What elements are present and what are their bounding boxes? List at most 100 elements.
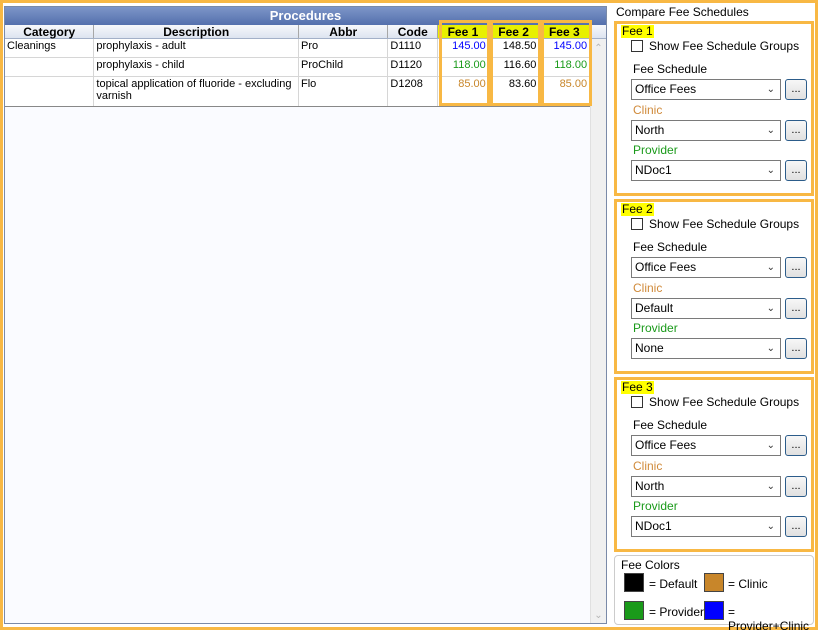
- swatch-default: [624, 573, 644, 592]
- fee-schedule-label: Fee Schedule: [633, 62, 708, 76]
- legend-clinic: = Clinic: [728, 577, 768, 591]
- cell-fee3[interactable]: 85.00: [539, 77, 591, 106]
- chevron-down-icon: ⌄: [766, 481, 775, 492]
- compare-title: Compare Fee Schedules: [616, 5, 749, 19]
- col-category[interactable]: Category: [5, 25, 95, 39]
- header-spacer: [590, 25, 606, 38]
- provider-select[interactable]: None ⌄: [631, 338, 781, 359]
- chevron-down-icon: ⌄: [766, 125, 775, 136]
- cell-description[interactable]: prophylaxis - adult: [94, 39, 299, 57]
- clinic-label: Clinic: [633, 103, 663, 117]
- fee-schedule-picker-button[interactable]: ...: [785, 257, 807, 278]
- cell-description[interactable]: topical application of fluoride - exclud…: [94, 77, 299, 106]
- table-row[interactable]: Cleanings prophylaxis - adult Pro D1110 145.…: [5, 39, 606, 58]
- provider-select[interactable]: NDoc1 ⌄: [631, 160, 781, 181]
- col-description[interactable]: Description: [94, 25, 300, 39]
- provider-value: NDoc1: [635, 519, 672, 533]
- provider-value: NDoc1: [635, 163, 672, 177]
- procedures-grid: Procedures Category Description Abbr Cod…: [4, 6, 607, 624]
- chevron-down-icon: ⌄: [766, 440, 775, 451]
- cell-abbr[interactable]: Pro: [299, 39, 389, 57]
- fee-group-label: Fee 2: [621, 202, 654, 216]
- chevron-down-icon: ⌄: [766, 521, 775, 532]
- provider-picker-button[interactable]: ...: [785, 338, 807, 359]
- col-fee3[interactable]: Fee 3: [539, 25, 591, 39]
- cell-fee1[interactable]: 145.00: [438, 39, 489, 57]
- fee-schedule-value: Office Fees: [635, 438, 697, 452]
- cell-category[interactable]: [5, 58, 95, 76]
- fee-schedule-select[interactable]: Office Fees ⌄: [631, 435, 781, 456]
- fee-schedule-value: Office Fees: [635, 260, 697, 274]
- show-groups-label: Show Fee Schedule Groups: [649, 217, 800, 231]
- show-groups-label: Show Fee Schedule Groups: [649, 395, 800, 409]
- chevron-down-icon: ⌄: [766, 343, 775, 354]
- provider-picker-button[interactable]: ...: [785, 516, 807, 537]
- cell-abbr[interactable]: ProChild: [299, 58, 389, 76]
- provider-value: None: [635, 341, 664, 355]
- clinic-label: Clinic: [633, 281, 663, 295]
- provider-label: Provider: [633, 499, 678, 513]
- cell-fee1[interactable]: 118.00: [438, 58, 489, 76]
- clinic-select[interactable]: Default ⌄: [631, 298, 781, 319]
- clinic-select[interactable]: North ⌄: [631, 120, 781, 141]
- cell-category[interactable]: [5, 77, 95, 106]
- clinic-picker-button[interactable]: ...: [785, 476, 807, 497]
- fee1-group: Fee 1 Show Fee Schedule Groups Fee Sched…: [614, 21, 814, 196]
- provider-select[interactable]: NDoc1 ⌄: [631, 516, 781, 537]
- grid-header: Category Description Abbr Code Fee 1 Fee…: [5, 25, 606, 39]
- swatch-provider: [624, 601, 644, 620]
- show-groups-checkbox[interactable]: Show Fee Schedule Groups: [631, 39, 799, 53]
- col-fee2[interactable]: Fee 2: [488, 25, 540, 39]
- cell-code[interactable]: D1208: [388, 77, 439, 106]
- cell-category[interactable]: Cleanings: [5, 39, 95, 57]
- cell-fee2[interactable]: 83.60: [489, 77, 540, 106]
- fee-schedule-select[interactable]: Office Fees ⌄: [631, 257, 781, 278]
- checkbox-box[interactable]: [631, 40, 643, 52]
- fee-group-label: Fee 1: [621, 24, 654, 38]
- vertical-scrollbar[interactable]: ⌃ ⌄: [590, 39, 606, 623]
- clinic-picker-button[interactable]: ...: [785, 120, 807, 141]
- cell-fee2[interactable]: 148.50: [489, 39, 540, 57]
- cell-fee2[interactable]: 116.60: [489, 58, 540, 76]
- fee-colors-legend: Fee Colors = Default = Clinic = Provider…: [614, 555, 814, 630]
- show-groups-checkbox[interactable]: Show Fee Schedule Groups: [631, 395, 799, 409]
- grid-title: Procedures: [5, 7, 606, 25]
- fee-group-label: Fee 3: [621, 380, 654, 394]
- chevron-down-icon: ⌄: [766, 165, 775, 176]
- swatch-clinic: [704, 573, 724, 592]
- col-code[interactable]: Code: [388, 25, 439, 39]
- provider-label: Provider: [633, 321, 678, 335]
- table-row[interactable]: prophylaxis - child ProChild D1120 118.00 11…: [5, 58, 606, 77]
- cell-fee3[interactable]: 118.00: [539, 58, 591, 76]
- fee2-group: Fee 2 Show Fee Schedule Groups Fee Sched…: [614, 199, 814, 374]
- col-abbr[interactable]: Abbr: [299, 25, 389, 39]
- fee-schedule-picker-button[interactable]: ...: [785, 79, 807, 100]
- fee-schedule-label: Fee Schedule: [633, 240, 708, 254]
- scroll-up-icon[interactable]: ⌃: [591, 43, 606, 54]
- provider-picker-button[interactable]: ...: [785, 160, 807, 181]
- clinic-select[interactable]: North ⌄: [631, 476, 781, 497]
- col-fee1[interactable]: Fee 1: [438, 25, 489, 39]
- clinic-picker-button[interactable]: ...: [785, 298, 807, 319]
- chevron-down-icon: ⌄: [766, 303, 775, 314]
- cell-fee1[interactable]: 85.00: [438, 77, 489, 106]
- checkbox-box[interactable]: [631, 396, 643, 408]
- checkbox-box[interactable]: [631, 218, 643, 230]
- cell-code[interactable]: D1120: [388, 58, 439, 76]
- show-groups-checkbox[interactable]: Show Fee Schedule Groups: [631, 217, 799, 231]
- table-row[interactable]: topical application of fluoride - exclud…: [5, 77, 606, 107]
- chevron-down-icon: ⌄: [766, 84, 775, 95]
- fee3-group: Fee 3 Show Fee Schedule Groups Fee Sched…: [614, 377, 814, 552]
- cell-code[interactable]: D1110: [388, 39, 439, 57]
- cell-description[interactable]: prophylaxis - child: [94, 58, 299, 76]
- fee-schedule-select[interactable]: Office Fees ⌄: [631, 79, 781, 100]
- cell-abbr[interactable]: Flo: [299, 77, 389, 106]
- cell-fee3[interactable]: 145.00: [539, 39, 591, 57]
- chevron-down-icon: ⌄: [766, 262, 775, 273]
- legend-provider-clinic: = Provider+Clinic: [728, 605, 810, 630]
- fee-schedule-label: Fee Schedule: [633, 418, 708, 432]
- clinic-value: Default: [635, 301, 674, 315]
- show-groups-label: Show Fee Schedule Groups: [649, 39, 800, 53]
- scroll-down-icon[interactable]: ⌄: [591, 610, 606, 621]
- fee-schedule-picker-button[interactable]: ...: [785, 435, 807, 456]
